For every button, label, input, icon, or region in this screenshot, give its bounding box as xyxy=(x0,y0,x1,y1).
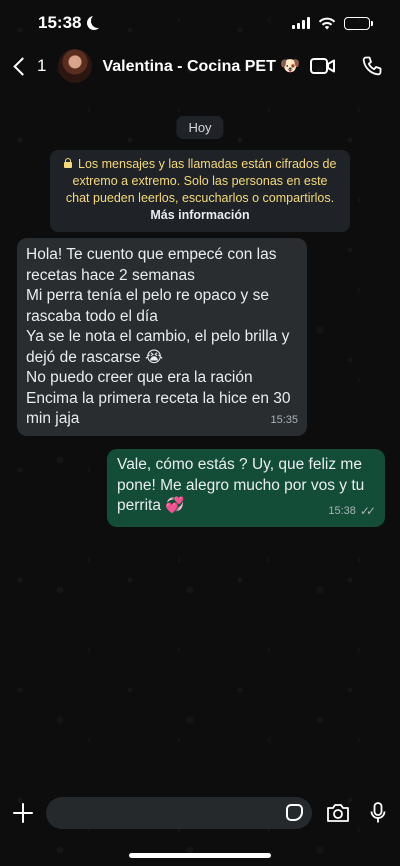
home-indicator[interactable] xyxy=(129,853,271,858)
contact-name[interactable]: Valentina - Cocina PET 🐶 xyxy=(102,56,300,76)
header-actions xyxy=(310,56,382,76)
phone-icon[interactable] xyxy=(362,56,382,76)
message-line: Ya se le nota el cambio, el pelo brilla … xyxy=(26,328,290,366)
read-ticks-icon: ✓✓ xyxy=(359,503,376,518)
message-time: 15:38 xyxy=(328,504,356,517)
status-bar: 15:38 xyxy=(0,0,400,46)
back-count: 1 xyxy=(37,56,47,75)
encryption-notice[interactable]: Los mensajes y las llamadas están cifrad… xyxy=(50,150,350,232)
signal-icon xyxy=(292,17,310,29)
battery-icon xyxy=(344,16,373,30)
composer-actions xyxy=(326,802,386,824)
composer-bar xyxy=(0,796,400,830)
message-line: Mi perra tenía el pelo re opaco y se ras… xyxy=(26,287,269,325)
message-input[interactable] xyxy=(46,797,312,829)
avatar[interactable] xyxy=(58,49,93,83)
date-separator: Hoy xyxy=(176,116,224,139)
outgoing-message[interactable]: Vale, cómo estás ? Uy, que feliz me pone… xyxy=(107,449,385,527)
message-time: 15:35 xyxy=(270,413,298,426)
plus-icon[interactable] xyxy=(12,802,34,824)
status-icons xyxy=(292,16,373,30)
chat-header: 1 Valentina - Cocina PET 🐶 xyxy=(0,46,400,86)
wifi-icon xyxy=(318,17,336,29)
moon-icon xyxy=(91,14,105,28)
back-chevron-icon xyxy=(13,56,32,76)
incoming-message[interactable]: Hola! Te cuento que empecé con las recet… xyxy=(17,238,307,436)
microphone-icon[interactable] xyxy=(370,802,386,824)
status-time: 15:38 xyxy=(38,13,101,33)
encryption-text: Los mensajes y las llamadas están cifrad… xyxy=(65,157,337,205)
message-line: No puedo creer que era la ración xyxy=(26,369,253,386)
time-label: 15:38 xyxy=(38,13,82,32)
video-call-icon[interactable] xyxy=(310,57,336,75)
chat-screen: 15:38 1 Valentina - Cocina PET 🐶 Hoy Los… xyxy=(0,0,400,866)
back-button[interactable]: 1 xyxy=(12,56,46,76)
camera-icon[interactable] xyxy=(326,803,350,823)
more-info-link[interactable]: Más información xyxy=(60,207,340,224)
message-line: Hola! Te cuento que empecé con las recet… xyxy=(26,246,277,284)
lock-icon xyxy=(63,158,72,168)
